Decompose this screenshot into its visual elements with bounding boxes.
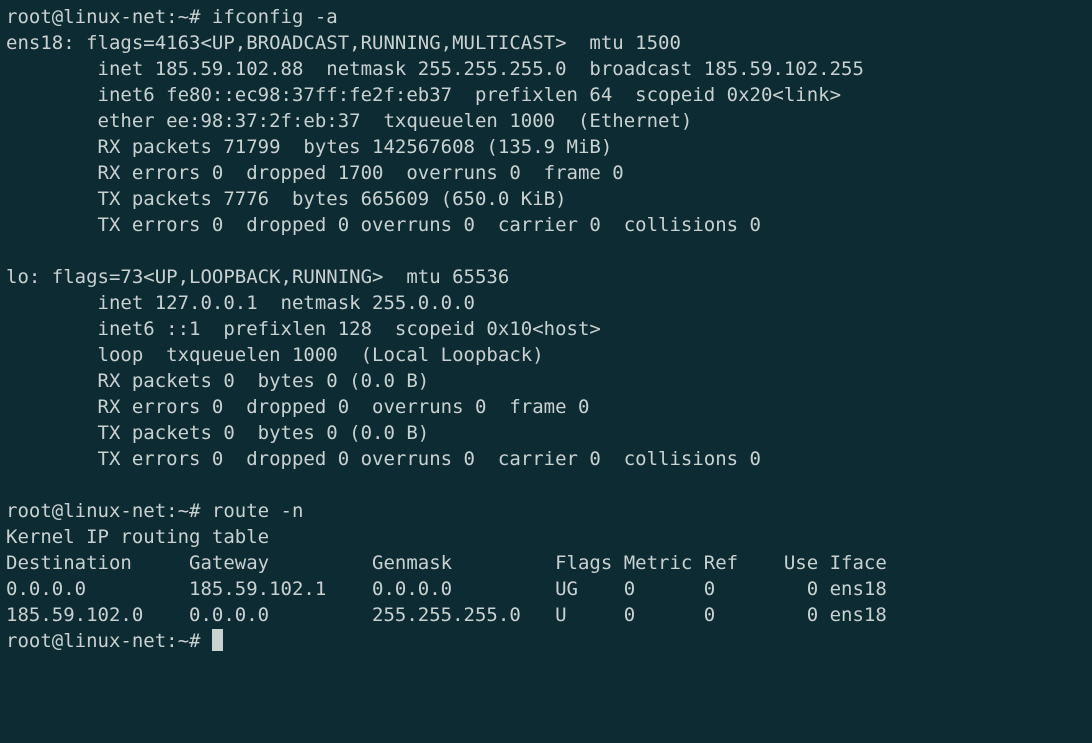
shell-prompt: root@linux-net:~# xyxy=(6,500,212,522)
ifconfig-line: inet6 fe80::ec98:37ff:fe2f:eb37 prefixle… xyxy=(6,84,841,106)
ifconfig-line: TX errors 0 dropped 0 overruns 0 carrier… xyxy=(6,214,761,236)
ifconfig-line: RX packets 71799 bytes 142567608 (135.9 … xyxy=(6,136,612,158)
route-title: Kernel IP routing table xyxy=(6,526,269,548)
cursor[interactable] xyxy=(212,629,223,651)
command-ifconfig: ifconfig -a xyxy=(212,6,338,28)
route-row: 185.59.102.0 0.0.0.0 255.255.255.0 U 0 0… xyxy=(6,604,887,626)
shell-prompt: root@linux-net:~# xyxy=(6,630,212,652)
ifconfig-line: TX packets 7776 bytes 665609 (650.0 KiB) xyxy=(6,188,567,210)
ifconfig-line: RX packets 0 bytes 0 (0.0 B) xyxy=(6,370,429,392)
ifconfig-line: RX errors 0 dropped 0 overruns 0 frame 0 xyxy=(6,396,589,418)
terminal-output[interactable]: root@linux-net:~# ifconfig -a ens18: fla… xyxy=(0,0,1092,654)
command-route: route -n xyxy=(212,500,304,522)
ifconfig-line: loop txqueuelen 1000 (Local Loopback) xyxy=(6,344,544,366)
ifconfig-line: inet 185.59.102.88 netmask 255.255.255.0… xyxy=(6,58,864,80)
ifconfig-line: inet 127.0.0.1 netmask 255.0.0.0 xyxy=(6,292,475,314)
ifconfig-line: RX errors 0 dropped 1700 overruns 0 fram… xyxy=(6,162,624,184)
ifconfig-line: ens18: flags=4163<UP,BROADCAST,RUNNING,M… xyxy=(6,32,681,54)
ifconfig-line: TX packets 0 bytes 0 (0.0 B) xyxy=(6,422,429,444)
route-header: Destination Gateway Genmask Flags Metric… xyxy=(6,552,887,574)
shell-prompt: root@linux-net:~# xyxy=(6,6,212,28)
route-row: 0.0.0.0 185.59.102.1 0.0.0.0 UG 0 0 0 en… xyxy=(6,578,887,600)
ifconfig-line: lo: flags=73<UP,LOOPBACK,RUNNING> mtu 65… xyxy=(6,266,509,288)
ifconfig-line: ether ee:98:37:2f:eb:37 txqueuelen 1000 … xyxy=(6,110,692,132)
ifconfig-line: inet6 ::1 prefixlen 128 scopeid 0x10<hos… xyxy=(6,318,601,340)
ifconfig-line: TX errors 0 dropped 0 overruns 0 carrier… xyxy=(6,448,761,470)
